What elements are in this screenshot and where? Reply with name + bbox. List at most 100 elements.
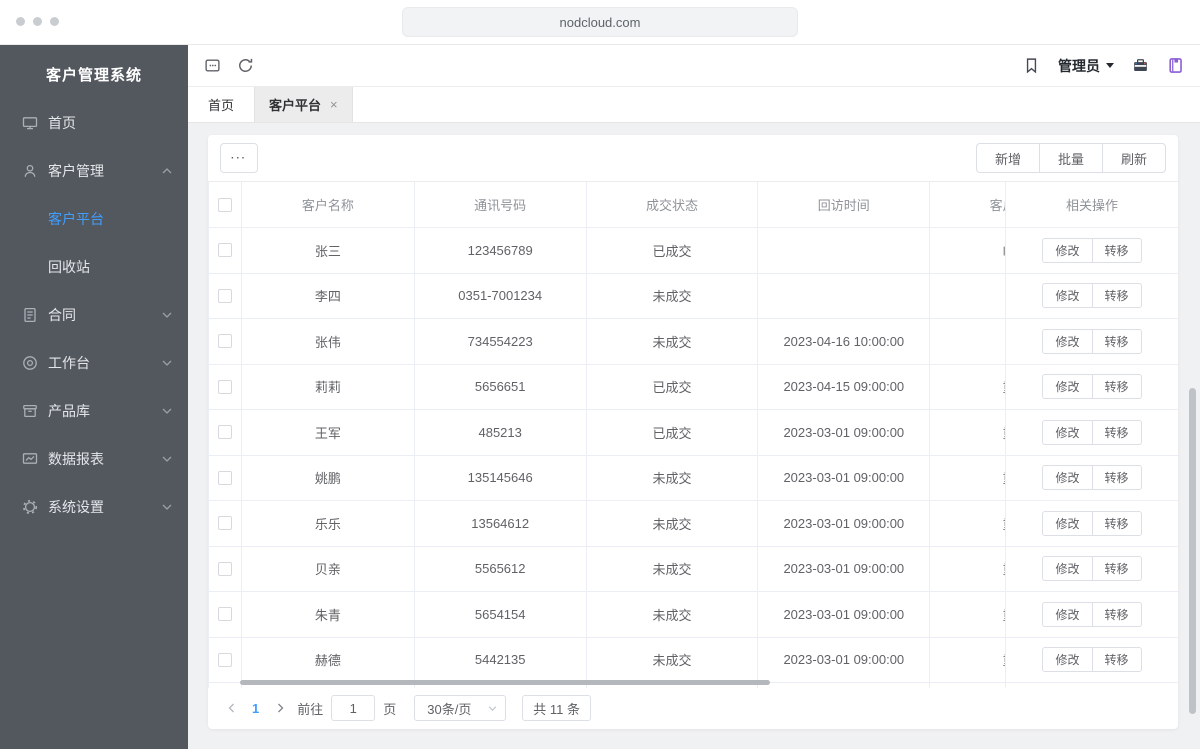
sidebar-item-recycle-bin[interactable]: 回收站	[0, 243, 188, 291]
edit-button[interactable]: 修改	[1042, 647, 1093, 673]
transfer-button[interactable]: 转移	[1091, 328, 1142, 354]
table-header-row: 客户名称 通讯号码 成交状态 回访时间 客户级别	[209, 182, 1103, 228]
table-row: 李四 0351-7001234 未成交	[209, 273, 1103, 319]
window-control-dot[interactable]	[50, 17, 59, 26]
edit-button[interactable]: 修改	[1042, 601, 1093, 627]
chevron-down-icon	[162, 360, 172, 366]
row-operations: 修改 转移	[1006, 638, 1178, 683]
row-operations: 修改 转移	[1006, 365, 1178, 410]
row-checkbox[interactable]	[217, 288, 232, 303]
transfer-button[interactable]: 转移	[1091, 374, 1142, 400]
edit-button[interactable]: 修改	[1042, 237, 1093, 263]
sidebar-item-settings[interactable]: 系统设置	[0, 483, 188, 531]
add-button[interactable]: 新增	[975, 143, 1040, 173]
row-checkbox[interactable]	[217, 243, 232, 258]
edit-button[interactable]: 修改	[1042, 510, 1093, 536]
window-control-dot[interactable]	[33, 17, 42, 26]
row-checkbox[interactable]	[217, 561, 232, 576]
tab-home[interactable]: 首页	[188, 87, 256, 122]
table-row: 张伟 734554223 未成交 2023-04-16 10:00:00	[209, 319, 1103, 365]
toolbox-icon[interactable]	[1132, 57, 1149, 74]
cell-name: 张三	[242, 228, 415, 273]
refresh-table-button[interactable]: 刷新	[1101, 143, 1166, 173]
table-body: 客户名称 通讯号码 成交状态 回访时间 客户级别 张三 123456789 已成	[208, 182, 1103, 688]
page-number[interactable]: 1	[248, 701, 263, 716]
sidebar-item-contracts[interactable]: 合同	[0, 291, 188, 339]
transfer-button[interactable]: 转移	[1091, 283, 1142, 309]
row-operations: 修改 转移	[1006, 228, 1178, 274]
cell-visit-time: 2023-03-01 09:00:00	[758, 637, 931, 682]
more-actions-button[interactable]: ···	[220, 143, 258, 173]
row-checkbox[interactable]	[217, 652, 232, 667]
table-row: 莉莉 5656651 已成交 2023-04-15 09:00:00 重要	[209, 364, 1103, 410]
target-icon	[22, 355, 38, 371]
column-header-name: 客户名称	[242, 182, 415, 227]
collapse-menu-icon[interactable]	[204, 57, 221, 74]
batch-button[interactable]: 批量	[1038, 143, 1103, 173]
table-action-buttons: 新增 批量 刷新	[975, 143, 1166, 173]
transfer-button[interactable]: 转移	[1091, 465, 1142, 491]
transfer-button[interactable]: 转移	[1091, 237, 1142, 263]
edit-button[interactable]: 修改	[1042, 419, 1093, 445]
address-bar[interactable]: nodcloud.com	[402, 7, 798, 37]
sidebar-item-reports[interactable]: 数据报表	[0, 435, 188, 483]
transfer-button[interactable]: 转移	[1091, 647, 1142, 673]
transfer-button[interactable]: 转移	[1091, 556, 1142, 582]
archive-box-icon	[22, 403, 38, 419]
sidebar-item-label: 系统设置	[48, 499, 104, 515]
sidebar-item-products[interactable]: 产品库	[0, 387, 188, 435]
row-checkbox[interactable]	[217, 379, 232, 394]
row-checkbox[interactable]	[217, 607, 232, 622]
tab-customer-platform[interactable]: 客户平台 ×	[255, 87, 353, 122]
column-header-visit-time: 回访时间	[758, 182, 931, 227]
cell-visit-time: 2023-04-16 10:00:00	[758, 319, 931, 364]
sidebar-item-customer-platform[interactable]: 客户平台	[0, 195, 188, 243]
sidebar-subitem-label: 客户平台	[48, 211, 104, 227]
notebook-icon[interactable]	[1167, 57, 1184, 74]
chevron-down-icon	[162, 408, 172, 414]
card-toolbar: ··· 新增 批量 刷新	[208, 135, 1178, 181]
fixed-operations-column: 相关操作 修改 转移 修改 转移 修改 转移 修改 转移 修改 转移 修改 转移…	[1005, 182, 1178, 688]
transfer-button[interactable]: 转移	[1091, 510, 1142, 536]
row-checkbox[interactable]	[217, 334, 232, 349]
horizontal-scrollbar-thumb[interactable]	[240, 680, 770, 685]
cell-name: 朱青	[242, 592, 415, 637]
row-operations: 修改 转移	[1006, 592, 1178, 638]
sidebar-item-home[interactable]: 首页	[0, 99, 188, 147]
cell-visit-time	[758, 273, 931, 318]
sidebar-item-workbench[interactable]: 工作台	[0, 339, 188, 387]
browser-chrome: nodcloud.com	[0, 0, 1200, 45]
close-icon[interactable]: ×	[330, 97, 338, 112]
edit-button[interactable]: 修改	[1042, 556, 1093, 582]
bookmark-icon[interactable]	[1023, 57, 1040, 74]
transfer-button[interactable]: 转移	[1091, 419, 1142, 445]
sidebar-item-customer-management[interactable]: 客户管理	[0, 147, 188, 195]
window-controls[interactable]	[16, 17, 59, 26]
row-checkbox[interactable]	[217, 516, 232, 531]
row-operations: 修改 转移	[1006, 274, 1178, 319]
next-page-button[interactable]	[271, 695, 289, 721]
edit-button[interactable]: 修改	[1042, 374, 1093, 400]
goto-page-input[interactable]	[331, 695, 376, 721]
row-checkbox[interactable]	[217, 470, 232, 485]
cell-deal-status: 未成交	[587, 501, 759, 546]
cell-phone: 135145646	[415, 455, 587, 500]
edit-button[interactable]: 修改	[1042, 283, 1093, 309]
transfer-button[interactable]: 转移	[1091, 601, 1142, 627]
cell-phone: 0351-7001234	[415, 273, 587, 318]
select-all-checkbox[interactable]	[217, 197, 232, 212]
cell-name: 乐乐	[242, 501, 415, 546]
cell-phone: 5654154	[415, 592, 587, 637]
chevron-down-icon	[162, 504, 172, 510]
admin-user-menu[interactable]: 管理员	[1058, 56, 1114, 76]
admin-user-label: 管理员	[1058, 57, 1100, 74]
vertical-scrollbar-thumb[interactable]	[1189, 388, 1196, 714]
page-size-select[interactable]: 30条/页	[414, 695, 507, 721]
edit-button[interactable]: 修改	[1042, 328, 1093, 354]
refresh-icon[interactable]	[237, 57, 254, 74]
row-checkbox[interactable]	[217, 425, 232, 440]
edit-button[interactable]: 修改	[1042, 465, 1093, 491]
sidebar-item-label: 工作台	[48, 355, 90, 371]
window-control-dot[interactable]	[16, 17, 25, 26]
prev-page-button[interactable]	[222, 695, 240, 721]
